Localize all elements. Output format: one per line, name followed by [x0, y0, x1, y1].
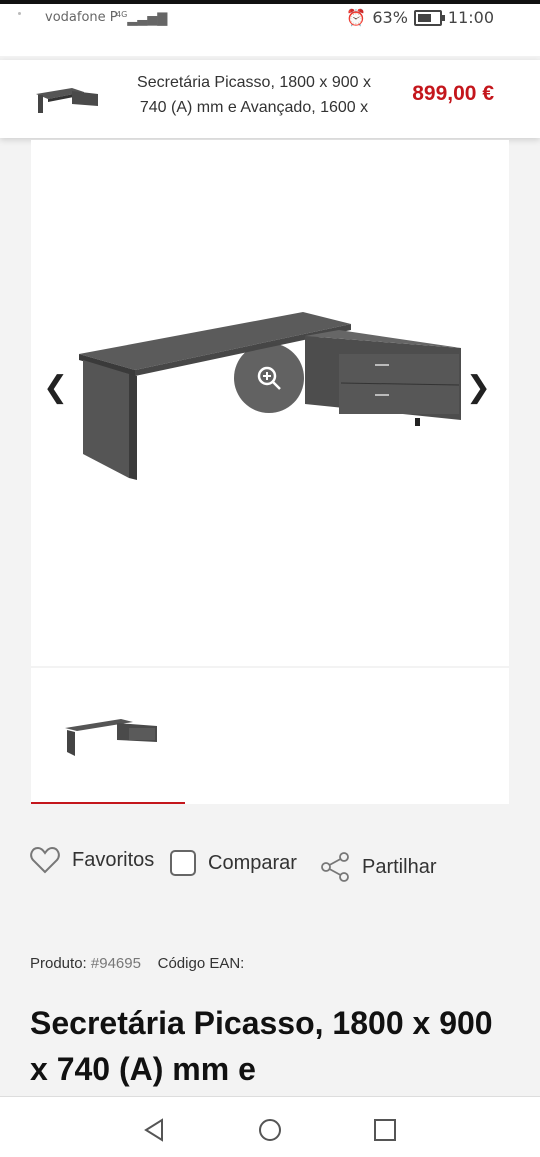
product-actions: Favoritos Comparar Partilhar: [30, 846, 510, 886]
zoom-in-button[interactable]: [234, 343, 304, 413]
thumbnail-strip: [31, 668, 509, 804]
compare-label: Comparar: [208, 851, 297, 874]
sticky-title: Secretária Picasso, 1800 x 900 x 740 (A)…: [137, 74, 371, 116]
network-type: 4G: [116, 10, 128, 19]
share-label: Partilhar: [362, 855, 437, 878]
heart-icon: [30, 846, 60, 874]
share-icon: [321, 852, 349, 882]
clock: 11:00: [447, 8, 494, 27]
battery-icon: [413, 9, 445, 26]
ean-label: Código EAN:: [157, 955, 245, 972]
product-number: #94695: [90, 955, 141, 972]
active-thumbnail-indicator: [31, 802, 185, 804]
battery-percent: 63%: [372, 8, 408, 27]
chevron-right-icon[interactable]: ❯: [466, 370, 491, 405]
alarm-icon: ⏰: [346, 8, 367, 27]
system-navigation-bar: [0, 1096, 540, 1157]
sticky-price: 899,00 €: [412, 82, 494, 105]
status-right: ⏰ 63% 11:00: [346, 8, 494, 27]
sticky-product-header[interactable]: Secretária Picasso, 1800 x 900 x 740 (A)…: [0, 60, 540, 138]
product-title: Secretária Picasso, 1800 x 900 x 740 (A)…: [30, 1005, 493, 1087]
compare-checkbox[interactable]: [170, 850, 196, 876]
notification-dot: [18, 12, 21, 15]
thumbnail-image[interactable]: [61, 714, 161, 764]
chevron-left-icon[interactable]: ❮: [43, 370, 68, 405]
signal-icon: 4G▂▃▅▇: [116, 10, 168, 27]
back-icon[interactable]: [142, 1117, 168, 1143]
status-bar: vodafone P 4G▂▃▅▇ ⏰ 63% 11:00: [0, 4, 540, 56]
favorites-button[interactable]: Favoritos: [30, 846, 154, 874]
product-image-gallery[interactable]: ❮ ❯: [31, 140, 509, 666]
share-button[interactable]: Partilhar: [320, 852, 436, 882]
product-thumbnail-icon: [36, 88, 98, 113]
home-icon[interactable]: [257, 1117, 283, 1143]
recents-icon[interactable]: [372, 1117, 398, 1143]
carrier-name: vodafone P: [45, 10, 118, 25]
favorites-label: Favoritos: [72, 848, 155, 871]
zoom-in-icon: [257, 366, 281, 390]
product-meta: Produto: #94695 Código EAN:: [30, 955, 244, 972]
compare-toggle[interactable]: Comparar: [170, 850, 297, 876]
product-label: Produto:: [30, 955, 87, 972]
